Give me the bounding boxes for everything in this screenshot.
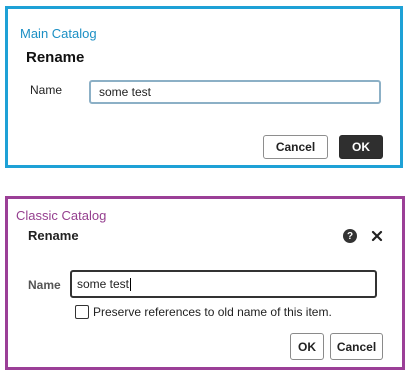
cancel-button[interactable]: Cancel [263, 135, 328, 159]
close-icon[interactable] [370, 229, 384, 243]
name-input-value: some test [77, 277, 130, 291]
preserve-references-label: Preserve references to old name of this … [93, 305, 332, 319]
help-icon[interactable]: ? [343, 229, 357, 243]
name-input[interactable]: some test [70, 270, 377, 298]
classic-catalog-panel: Classic Catalog Rename ? Name some test … [5, 196, 405, 370]
preserve-references-option[interactable]: Preserve references to old name of this … [75, 305, 332, 319]
dialog-title: Rename [28, 228, 79, 243]
panel-label: Main Catalog [20, 26, 97, 41]
name-input[interactable]: some test [89, 80, 381, 104]
dialog-title: Rename [26, 49, 85, 66]
cancel-button[interactable]: Cancel [330, 333, 383, 360]
main-catalog-panel: Main Catalog Rename Name some test Cance… [5, 6, 403, 168]
ok-button[interactable]: OK [339, 135, 383, 159]
ok-button[interactable]: OK [290, 333, 324, 360]
name-field-label: Name [30, 83, 63, 97]
text-caret [130, 277, 132, 291]
name-field-label: Name [28, 278, 61, 292]
preserve-references-checkbox[interactable] [75, 305, 89, 319]
name-input-value: some test [99, 85, 152, 99]
panel-label: Classic Catalog [16, 208, 107, 223]
